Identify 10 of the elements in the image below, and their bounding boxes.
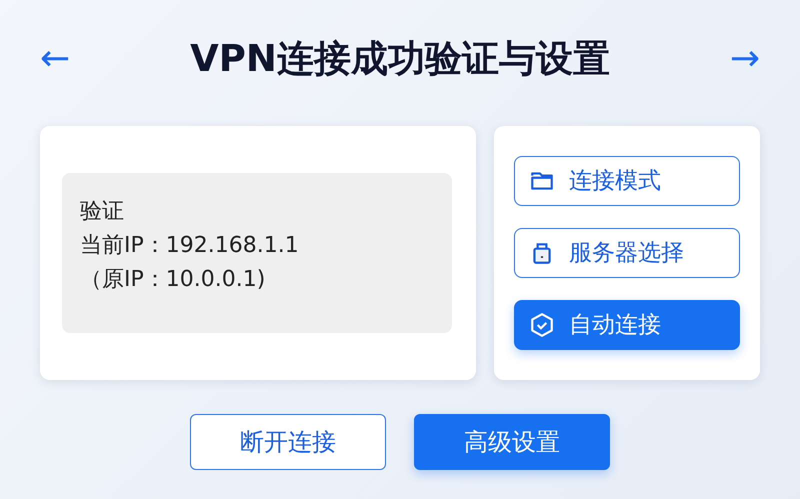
verification-text: 验证	[80, 198, 125, 226]
action-button[interactable]: 高级设置	[414, 414, 610, 470]
option-button[interactable]: 服务器选择	[514, 228, 740, 278]
option-button[interactable]: 连接模式	[514, 156, 740, 206]
shield-check-icon	[529, 312, 555, 338]
action-button[interactable]: 断开连接	[190, 414, 386, 470]
option-button[interactable]: 自动连接	[514, 300, 740, 350]
verification-text: （原IP：10.0.0.1)	[80, 266, 266, 294]
verification-text: 当前IP：192.168.1.1	[80, 232, 300, 260]
page-title: VPN连接成功验证与设置	[190, 36, 610, 82]
